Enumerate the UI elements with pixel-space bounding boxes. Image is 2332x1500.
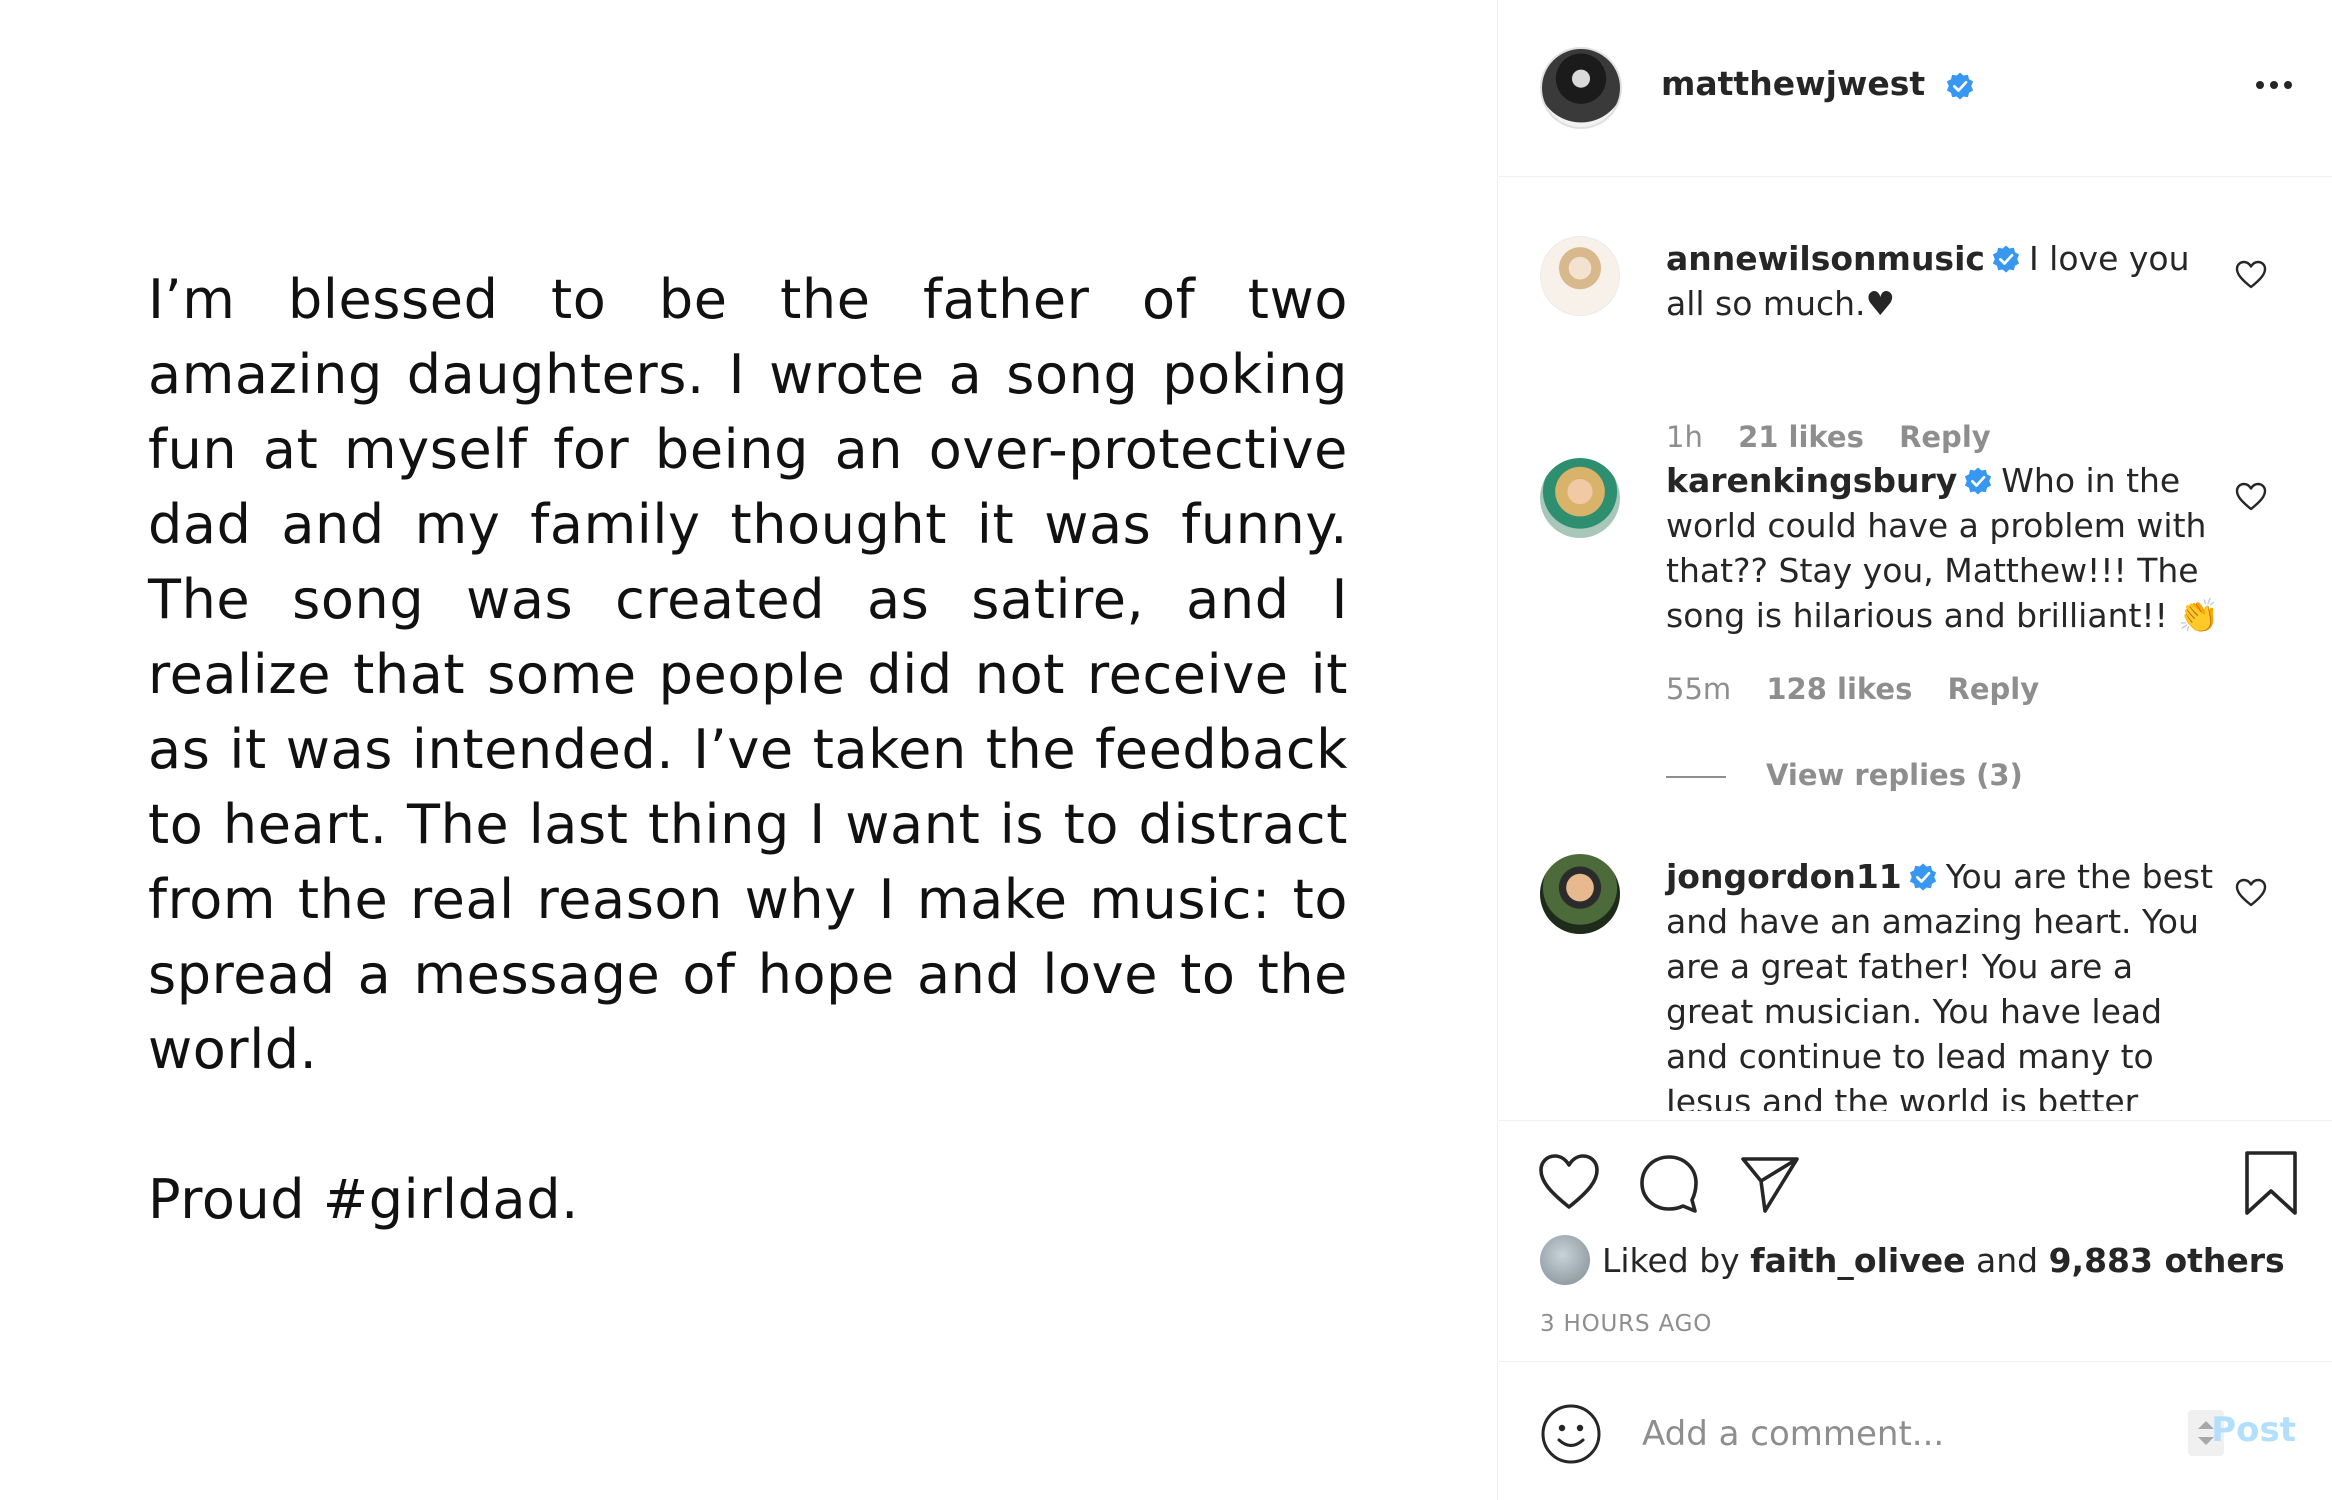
post-header: matthewjwest bbox=[1499, 0, 2332, 177]
likes-prefix: Liked by bbox=[1602, 1240, 1740, 1280]
likes-summary: Liked by faith_olivee and 9,883 others bbox=[1540, 1234, 2285, 1286]
post-image-signoff: Proud #girldad. bbox=[148, 1168, 579, 1231]
liker-username[interactable]: faith_olivee bbox=[1750, 1241, 1965, 1280]
comment-likes[interactable]: 128 likes bbox=[1766, 672, 1912, 706]
view-replies-label: View replies (3) bbox=[1766, 758, 2023, 792]
commenter-avatar[interactable] bbox=[1540, 854, 1620, 934]
post-comment-button[interactable]: Post bbox=[2211, 1410, 2296, 1450]
comment-likes[interactable]: 21 likes bbox=[1738, 420, 1864, 454]
likes-conjunction: and bbox=[1976, 1240, 2039, 1280]
liker-avatar[interactable] bbox=[1540, 1235, 1590, 1285]
comment-text-block: annewilsonmusic I love you all so much.♥ bbox=[1666, 236, 2226, 326]
author-avatar[interactable] bbox=[1540, 47, 1622, 129]
commenter-avatar[interactable] bbox=[1540, 236, 1620, 316]
comment-text-block: jongordon11 You are the best and have an … bbox=[1666, 854, 2226, 1111]
likes-others-link[interactable]: 9,883 others bbox=[2049, 1241, 2285, 1280]
post-image: I’m blessed to be the father of two amaz… bbox=[0, 0, 1498, 1500]
add-comment-input[interactable] bbox=[1640, 1398, 2164, 1470]
comment-reply-button[interactable]: Reply bbox=[1948, 672, 2040, 706]
like-comment-heart-icon[interactable] bbox=[2235, 482, 2267, 512]
comment-text-block: karenkingsbury Who in the world could hav… bbox=[1666, 458, 2226, 638]
comment-meta: 1h 21 likes Reply bbox=[1666, 420, 2017, 454]
comment-bubble-icon[interactable] bbox=[1637, 1151, 1701, 1215]
commenter-avatar[interactable] bbox=[1540, 458, 1620, 538]
replies-divider-line bbox=[1666, 776, 1726, 778]
like-heart-icon[interactable] bbox=[1537, 1151, 1601, 1215]
emoji-smiley-icon[interactable] bbox=[1540, 1403, 1602, 1465]
verified-badge-icon bbox=[1946, 72, 1973, 99]
like-comment-heart-icon[interactable] bbox=[2235, 260, 2267, 290]
comment-username[interactable]: karenkingsbury bbox=[1666, 461, 1957, 500]
comment-meta: 55m 128 likes Reply bbox=[1666, 672, 2065, 706]
comments-list[interactable]: annewilsonmusic I love you all so much.♥ … bbox=[1499, 178, 2332, 1111]
comment-username[interactable]: jongordon11 bbox=[1666, 857, 1902, 896]
author-username[interactable]: matthewjwest bbox=[1661, 64, 1925, 103]
add-comment-bar: Post bbox=[1499, 1361, 2332, 1500]
post-image-text: I’m blessed to be the father of two amaz… bbox=[148, 268, 1348, 1081]
verified-badge-icon bbox=[1965, 467, 1992, 494]
author-username-row: matthewjwest bbox=[1661, 64, 1975, 103]
post-actions: Liked by faith_olivee and 9,883 others 3… bbox=[1499, 1120, 2332, 1362]
comment-time: 1h bbox=[1666, 420, 1703, 454]
post-timestamp[interactable]: 3 HOURS AGO bbox=[1540, 1311, 1712, 1337]
post-side-panel: matthewjwest annewilsonmusic I love you a… bbox=[1499, 0, 2332, 1500]
instagram-post-view: I’m blessed to be the father of two amaz… bbox=[0, 0, 2332, 1500]
comment-reply-button[interactable]: Reply bbox=[1899, 420, 1991, 454]
view-replies-button[interactable]: View replies (3) bbox=[1666, 758, 2023, 792]
share-paper-plane-icon[interactable] bbox=[1737, 1151, 1801, 1215]
comment-username[interactable]: annewilsonmusic bbox=[1666, 239, 1985, 278]
comment-time: 55m bbox=[1666, 672, 1732, 706]
more-options-icon[interactable] bbox=[2254, 78, 2294, 92]
like-comment-heart-icon[interactable] bbox=[2235, 878, 2267, 908]
verified-badge-icon bbox=[1992, 245, 2020, 272]
save-bookmark-icon[interactable] bbox=[2239, 1151, 2303, 1215]
verified-badge-icon bbox=[1909, 863, 1936, 890]
